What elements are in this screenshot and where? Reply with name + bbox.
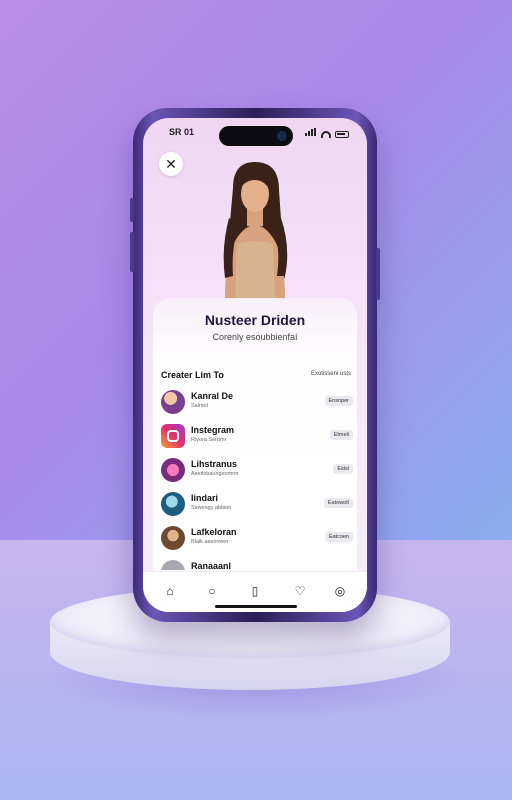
item-subtitle: Blaik aasooven xyxy=(191,539,229,545)
instagram-icon xyxy=(161,424,185,448)
item-action-button[interactable]: Eatcoen xyxy=(324,532,353,542)
profile-photo xyxy=(223,162,288,298)
item-subtitle: Sswengy abbion xyxy=(191,505,232,511)
list-item[interactable]: Iindari Sswengy abbion Eatowolt xyxy=(161,490,353,524)
item-action-button[interactable]: Eslsl xyxy=(333,464,353,474)
signal-icon xyxy=(305,128,317,138)
item-title: Ranaaanl xyxy=(191,561,232,570)
item-title: Instegram xyxy=(191,425,235,435)
search-icon[interactable]: ○ xyxy=(203,584,221,598)
person-avatar-icon xyxy=(161,560,185,570)
list-item[interactable]: Lihstranus Asettsbaungeomnn Eslsl xyxy=(161,456,353,490)
profile-header: Nusteer Driden Corenly esoubbienfaí xyxy=(153,298,357,362)
phone-device: SR 01 ✕ Nusteer Driden Corenly esoubbien… xyxy=(130,108,380,622)
profile-icon[interactable]: ◎ xyxy=(331,584,349,598)
item-subtitle: Salrsol xyxy=(191,403,208,409)
status-time: SR 01 xyxy=(169,127,195,137)
power-button xyxy=(376,248,380,300)
link-list: Kanral De Salrsol Ensnper Instegram Riyo… xyxy=(161,388,353,570)
dynamic-island xyxy=(219,126,293,146)
close-button[interactable]: ✕ xyxy=(159,152,183,176)
section-link[interactable]: Exotisseni usts xyxy=(311,371,351,377)
globe-avatar-icon xyxy=(161,492,185,516)
item-title: Lihstranus xyxy=(191,459,238,469)
item-subtitle: Riyora Serbmr xyxy=(191,437,227,443)
status-bar: SR 01 xyxy=(143,118,367,146)
profile-name: Nusteer Driden xyxy=(204,312,306,328)
item-action-button[interactable]: Eatowolt xyxy=(323,498,353,508)
bottom-tab-bar: ⌂ ○ ▯ ♡ ◎ xyxy=(143,571,367,612)
item-action-button[interactable]: Etmeli xyxy=(329,430,353,440)
item-title: Lafkeloran xyxy=(191,527,237,537)
list-item[interactable]: Lafkeloran Blaik aasooven Eatcoen xyxy=(161,524,353,558)
list-item[interactable]: Instegram Riyora Serbmr Etmeli xyxy=(161,422,353,456)
volume-up-button xyxy=(130,198,134,222)
camera-icon xyxy=(277,131,287,141)
wifi-icon xyxy=(321,131,331,138)
list-item[interactable]: Kanral De Salrsol Ensnper xyxy=(161,388,353,422)
phone-screen: SR 01 ✕ Nusteer Driden Corenly esoubbien… xyxy=(143,118,367,612)
item-action-button[interactable]: Ensnper xyxy=(324,396,353,406)
heart-icon[interactable]: ♡ xyxy=(291,584,309,598)
item-subtitle: Asettsbaungeomnn xyxy=(191,471,239,477)
volume-down-button xyxy=(130,232,134,272)
profile-subtitle: Corenly esoubbienfaí xyxy=(212,332,298,342)
item-title: Kanral De xyxy=(191,391,234,401)
section-title: Creater Lim To xyxy=(161,370,224,380)
home-indicator[interactable] xyxy=(215,605,297,608)
shop-icon[interactable]: ▯ xyxy=(246,584,264,598)
person-avatar-icon xyxy=(161,526,185,550)
battery-icon xyxy=(335,131,349,138)
home-icon[interactable]: ⌂ xyxy=(161,584,179,598)
item-title: Iindari xyxy=(191,493,219,503)
person-avatar-icon xyxy=(161,390,185,414)
list-item[interactable]: Ranaaanl xyxy=(161,558,353,570)
music-avatar-icon xyxy=(161,458,185,482)
